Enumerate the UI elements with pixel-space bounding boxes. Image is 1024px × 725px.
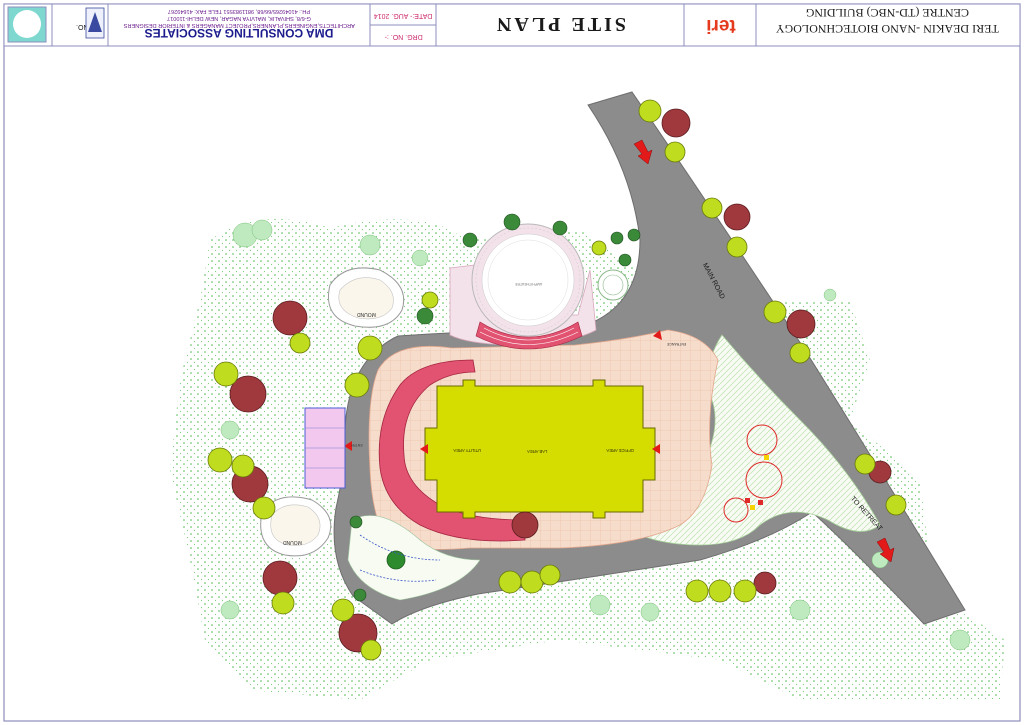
entry-label: ENTRY: [350, 443, 362, 447]
firm-phone: PH.: 41049265/66/68, 9811983551 TELE FAX…: [168, 8, 310, 14]
corner-circle-icon: [13, 10, 41, 38]
title-block: JOB NO. DMA CONSULTING ASSOCIATES ARCHIT…: [3, 3, 1021, 47]
entrance-label: ENTRANCE: [666, 342, 686, 346]
drawing-date: DATE:- AUG. 2014: [374, 12, 433, 19]
round-garden: [597, 269, 629, 301]
dma-logo-icon: [85, 7, 105, 39]
utility-area-label: UTILITY AREA: [453, 448, 481, 453]
service-block: [304, 407, 346, 489]
project-title-line2: CENTRE (TD-NBC) BUILDING: [805, 6, 969, 20]
firm-address: G-6/8, SHIVALIK, MALVIYA NAGAR, NEW DELH…: [167, 15, 311, 21]
teri-logo-icon: teri: [700, 10, 744, 38]
mound-bottom-label: MOUND: [283, 539, 302, 545]
project-title-line1: TERI DEAKIN -NANO BIOTECHNOLOGY: [776, 22, 999, 36]
drawing-number: DRG. NO. :-: [384, 33, 423, 40]
lab-area-label: LAB AREA: [527, 449, 547, 454]
mound-top-label: MOUND: [357, 311, 376, 317]
firm-description: ARCHITECTS,ENGINEERS,PLANNERS,PROJECT MA…: [123, 22, 354, 28]
amphitheatre: AMPHITHEATRE: [471, 223, 585, 350]
amphitheatre-label: AMPHITHEATRE: [514, 282, 542, 286]
site-plan-sheet: JOB NO. DMA CONSULTING ASSOCIATES ARCHIT…: [3, 3, 1021, 722]
svg-text:teri: teri: [706, 15, 736, 36]
office-area-label: OFFICE AREA: [606, 448, 634, 453]
sheet-title: SITE PLAN: [494, 13, 626, 35]
